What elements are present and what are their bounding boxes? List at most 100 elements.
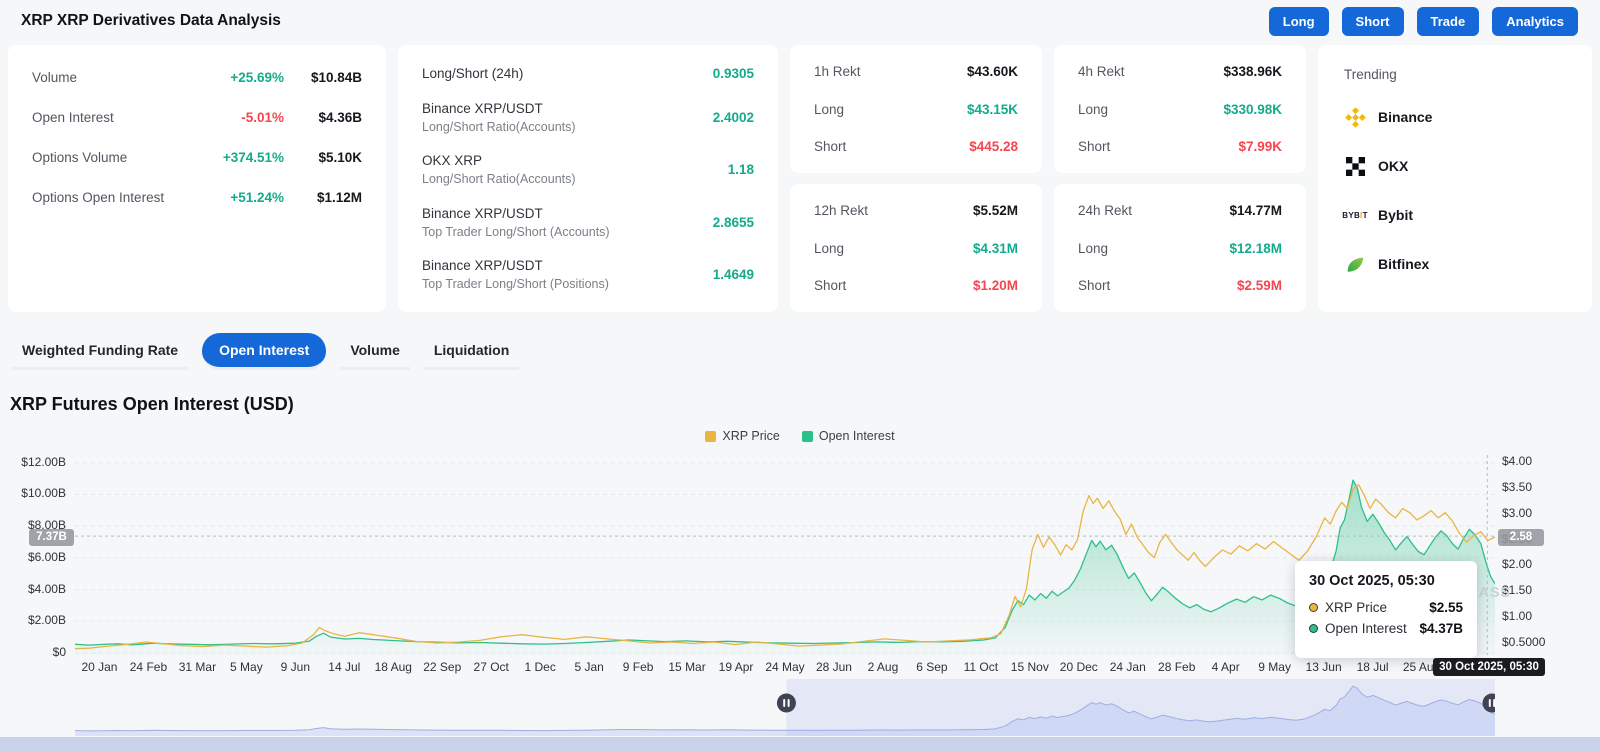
- header-button-analytics[interactable]: Analytics: [1492, 6, 1578, 36]
- x-axis-label: 15 Mar: [668, 660, 706, 674]
- rekt-long-value: $12.18M: [1229, 240, 1282, 256]
- header-button-short[interactable]: Short: [1341, 6, 1404, 36]
- chart-tooltip: 30 Oct 2025, 05:30 XRP Price $2.55 Open In…: [1295, 561, 1477, 658]
- crosshair-left-badge: 7.37B: [29, 529, 74, 546]
- x-axis-label: 14 Jul: [328, 660, 361, 674]
- rekt-total-value: $5.52M: [972, 203, 1018, 218]
- x-axis-label: 28 Jun: [815, 660, 852, 674]
- chart-tabs: Weighted Funding Rate Open Interest Volume…: [12, 333, 1600, 370]
- y-axis-right-label: $3.50: [1502, 479, 1533, 494]
- tooltip-rows: XRP Price $2.55 Open Interest $4.37B: [1309, 600, 1463, 636]
- x-axis-label: 28 Feb: [1158, 660, 1196, 674]
- stat-row-options-open-interest: Options Open Interest +51.24% $1.12M: [32, 190, 362, 205]
- legend-item-xrp-price[interactable]: XRP Price: [705, 429, 780, 443]
- chart-legend: XRP Price Open Interest: [0, 429, 1600, 443]
- trending-item-bitfinex[interactable]: Bitfinex: [1344, 249, 1566, 279]
- rekt-long-row: Long $330.98K: [1078, 102, 1282, 117]
- tooltip-series-name: XRP Price: [1325, 600, 1388, 615]
- stat-value: $4.36B: [318, 110, 362, 125]
- navigator-handle-left[interactable]: [776, 693, 796, 713]
- ratio-title: Binance XRP/USDT: [422, 205, 543, 221]
- navigator-selected-range[interactable]: [786, 679, 1495, 736]
- tab-open-interest[interactable]: Open Interest: [202, 333, 327, 370]
- rekt-short-value: $7.99K: [1238, 139, 1282, 154]
- ratio-labels: Binance XRP/USDT Top Trader Long/Short (P…: [422, 258, 609, 291]
- rekt-column-2: 4h Rekt $338.96K Long $330.98K Short $7.99K 24…: [1054, 45, 1306, 312]
- y-axis-right-label: $3.00: [1502, 505, 1533, 520]
- x-axis-label: 2 Aug: [867, 660, 899, 674]
- y-axis-left-label: $10.00B: [21, 486, 66, 501]
- rekt-long-label: Long: [1078, 240, 1109, 256]
- market-stats-card: Volume +25.69% $10.84B Open Interest -5.01% $…: [8, 45, 386, 312]
- rekt-period-label: 1h Rekt: [814, 64, 861, 79]
- ratio-labels: Binance XRP/USDT Long/Short Ratio(Account…: [422, 101, 576, 134]
- derivatives-dashboard: XRP XRP Derivatives Data Analysis Long Sh…: [0, 0, 1600, 751]
- legend-item-open-interest[interactable]: Open Interest: [801, 429, 895, 443]
- tooltip-series-dot: [1309, 624, 1318, 633]
- tooltip-series-value: $2.55: [1429, 600, 1463, 615]
- rekt-short-row: Short $2.59M: [1078, 278, 1282, 293]
- rekt-short-value: $1.20M: [972, 278, 1018, 293]
- ratio-title: Binance XRP/USDT: [422, 258, 543, 273]
- y-axis-left-label: $6.00B: [27, 549, 66, 564]
- tooltip-series-name: Open Interest: [1325, 621, 1407, 636]
- rekt-total-value: $43.60K: [966, 64, 1018, 79]
- ratio-value: 2.4002: [712, 109, 754, 125]
- x-axis-label: 1 Dec: [524, 660, 556, 674]
- chart-section-title: XRP Futures Open Interest (USD): [10, 394, 294, 414]
- rekt-long-row: Long $12.18M: [1078, 241, 1282, 256]
- legend-swatch: [801, 430, 813, 442]
- header-button-trade[interactable]: Trade: [1416, 6, 1480, 36]
- trending-exchange-name: Binance: [1378, 109, 1433, 125]
- stat-row-volume: Volume +25.69% $10.84B: [32, 70, 362, 85]
- stat-label: Options Open Interest: [32, 190, 165, 205]
- horizontal-scrollbar[interactable]: [0, 737, 1600, 751]
- rekt-long-label: Long: [814, 240, 845, 256]
- tooltip-series-value: $4.37B: [1419, 621, 1463, 636]
- rekt-short-label: Short: [1078, 278, 1111, 293]
- legend-label: XRP Price: [722, 429, 780, 443]
- rekt-short-label: Short: [814, 139, 847, 154]
- ratio-labels: Binance XRP/USDT Top Trader Long/Short (A…: [422, 206, 610, 239]
- x-axis-label: 24 Feb: [129, 660, 168, 674]
- ratio-value: 0.9305: [712, 66, 754, 81]
- stat-value: $5.10K: [318, 150, 362, 165]
- chart-navigator[interactable]: [75, 679, 1495, 736]
- trending-item-bybit[interactable]: BYBIT Bybit: [1342, 200, 1566, 230]
- rekt-short-row: Short $1.20M: [814, 278, 1018, 293]
- rekt-short-row: Short $445.28: [814, 139, 1018, 154]
- trending-item-okx[interactable]: OKX: [1344, 151, 1566, 181]
- tab-weighted-funding-rate[interactable]: Weighted Funding Rate: [12, 334, 189, 370]
- tooltip-date: 30 Oct 2025, 05:30: [1309, 573, 1435, 589]
- tooltip-row-open-interest: Open Interest $4.37B: [1309, 621, 1463, 636]
- ratio-row-binance-xrp-usdt: Binance XRP/USDT Top Trader Long/Short (A…: [422, 206, 754, 239]
- y-axis-right-label: $1.50: [1502, 583, 1533, 598]
- x-axis-label: 9 Feb: [622, 660, 654, 674]
- bitfinex-icon: [1344, 253, 1366, 275]
- rekt-period-label: 12h Rekt: [814, 203, 869, 218]
- x-axis-label: 24 Jan: [1109, 660, 1146, 674]
- main-chart-plot[interactable]: [75, 455, 1495, 655]
- rekt-long-label: Long: [1078, 101, 1109, 117]
- header-button-long[interactable]: Long: [1268, 6, 1329, 36]
- trending-item-binance[interactable]: Binance: [1344, 102, 1566, 132]
- ratio-subtitle: Top Trader Long/Short (Accounts): [422, 224, 610, 239]
- tab-liquidation[interactable]: Liquidation: [423, 334, 520, 370]
- stat-label: Options Volume: [32, 150, 128, 165]
- rekt-long-value: $4.31M: [972, 240, 1018, 256]
- rekt-card-4h-rekt: 4h Rekt $338.96K Long $330.98K Short $7.99K: [1054, 45, 1306, 173]
- rekt-total-value: $14.77M: [1229, 203, 1282, 218]
- rekt-period-label: 4h Rekt: [1078, 64, 1125, 79]
- y-axis-right-label: $1.00: [1502, 609, 1533, 624]
- legend-label: Open Interest: [818, 429, 895, 443]
- x-axis-label: 18 Aug: [374, 660, 412, 674]
- tooltip-series-dot: [1309, 603, 1318, 612]
- rekt-short-value: $2.59M: [1236, 278, 1282, 293]
- tab-volume[interactable]: Volume: [340, 334, 410, 370]
- stat-row-options-volume: Options Volume +374.51% $5.10K: [32, 150, 362, 165]
- x-axis-label: 27 Oct: [473, 660, 509, 674]
- long-short-ratio-card: Long/Short (24h) 0.9305 Binance XRP/USDT Lo…: [398, 45, 778, 312]
- rekt-long-label: Long: [814, 101, 845, 117]
- rekt-long-row: Long $43.15K: [814, 102, 1018, 117]
- y-axis-left-label: $0: [52, 645, 66, 659]
